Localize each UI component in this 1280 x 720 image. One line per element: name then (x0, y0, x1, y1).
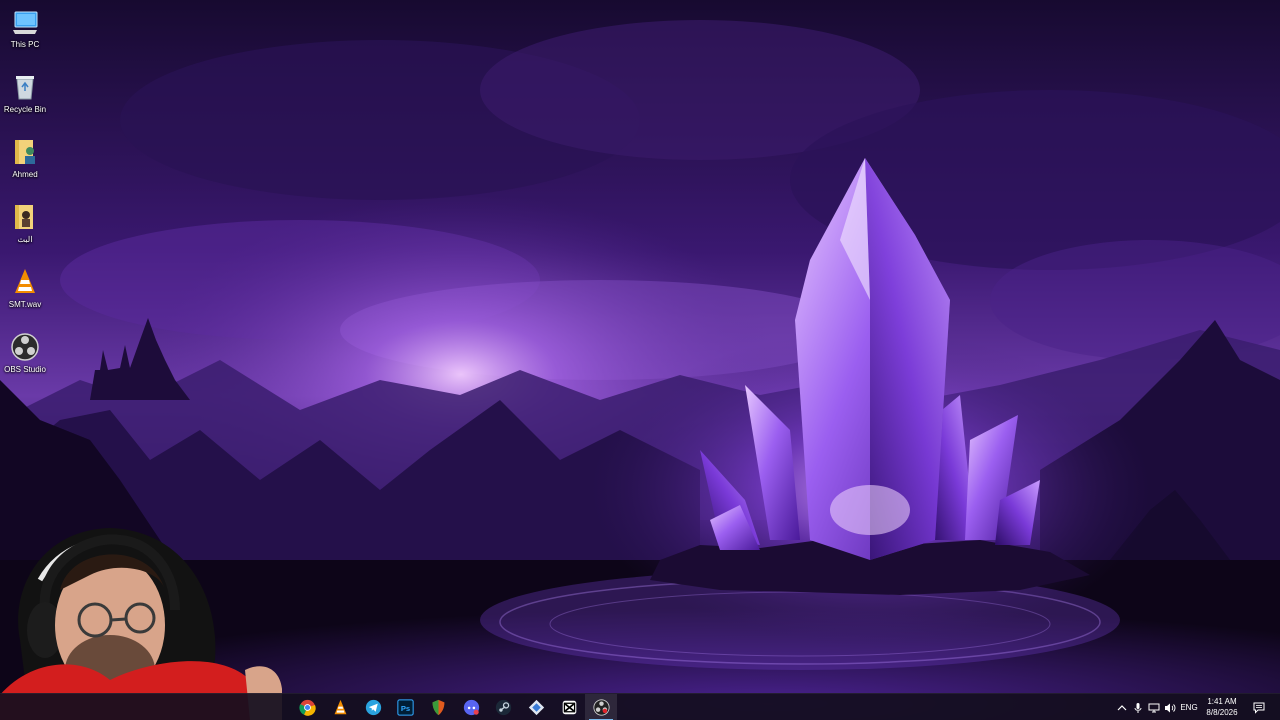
notification-icon (1253, 702, 1265, 714)
webcam-overlay (0, 528, 282, 720)
this-pc-icon (13, 11, 38, 34)
desktop-icon-label: Recycle Bin (3, 105, 47, 114)
recycle-bin-icon (16, 76, 34, 100)
photoshop-icon: Ps (396, 699, 414, 716)
steam-icon (495, 699, 511, 716)
language-indicator: ENG (1180, 703, 1198, 712)
shield-browser-icon (432, 699, 444, 716)
vlc-icon (15, 269, 35, 293)
diamond-app-icon (528, 699, 544, 716)
user-folder-icon (15, 140, 35, 164)
desktop-icon-ahmed[interactable]: Ahmed (2, 136, 48, 196)
desktop-icon-recycle-bin[interactable]: Recycle Bin (2, 71, 48, 131)
network-icon (1148, 703, 1160, 712)
tray-network[interactable] (1146, 694, 1162, 720)
taskbar-app-capcut[interactable] (553, 694, 585, 720)
desktop-icon-smt-wav[interactable]: SMT.wav (2, 266, 48, 326)
obs-icon (11, 333, 39, 361)
tray-microphone[interactable] (1130, 694, 1146, 720)
tray-language[interactable]: ENG (1178, 694, 1200, 720)
volume-icon (1165, 703, 1176, 712)
obs-icon (592, 699, 610, 716)
photoshop-icon-label: Ps (400, 704, 409, 713)
taskbar-app-photoshop[interactable]: Ps (389, 694, 421, 720)
capcut-icon (562, 700, 576, 715)
taskbar-app-shield-browser[interactable] (422, 694, 454, 720)
taskbar-app-telegram[interactable] (357, 694, 389, 720)
tray-clock[interactable]: 1:41 AM 8/8/2026 (1198, 696, 1246, 718)
desktop-icon-label: OBS Studio (4, 365, 46, 374)
tray-show-hidden[interactable] (1114, 694, 1130, 720)
desktop-icon-this-pc[interactable]: This PC (2, 6, 48, 66)
tray-notifications[interactable] (1250, 694, 1268, 720)
taskbar-app-diamond[interactable] (520, 694, 552, 720)
discord-icon (463, 699, 479, 716)
taskbar-app-chrome[interactable] (291, 694, 323, 720)
taskbar: Ps ENG 1:41 AM 8/8/2026 (0, 693, 1280, 720)
taskbar-app-obs[interactable] (585, 694, 617, 720)
taskbar-app-vlc[interactable] (324, 694, 356, 720)
desktop-icon-stream-folder[interactable]: البث (2, 201, 48, 261)
chrome-icon (298, 699, 316, 716)
chevron-up-icon (1117, 704, 1127, 710)
taskbar-app-discord[interactable] (455, 694, 487, 720)
desktop-icon-label: This PC (10, 40, 40, 49)
telegram-icon (365, 699, 381, 716)
desktop-icon-label: SMT.wav (8, 300, 42, 309)
folder-icon (15, 205, 33, 229)
desktop-icon-label: Ahmed (12, 170, 38, 179)
taskbar-app-steam[interactable] (487, 694, 519, 720)
vlc-icon (334, 699, 346, 715)
desktop-icon-label: البث (17, 235, 33, 244)
tray-volume[interactable] (1162, 694, 1178, 720)
clock-time: 1:41 AM (1207, 697, 1237, 706)
desktop-icon-obs-studio[interactable]: OBS Studio (2, 331, 48, 391)
clock-date: 8/8/2026 (1206, 708, 1238, 717)
microphone-icon (1134, 702, 1142, 713)
